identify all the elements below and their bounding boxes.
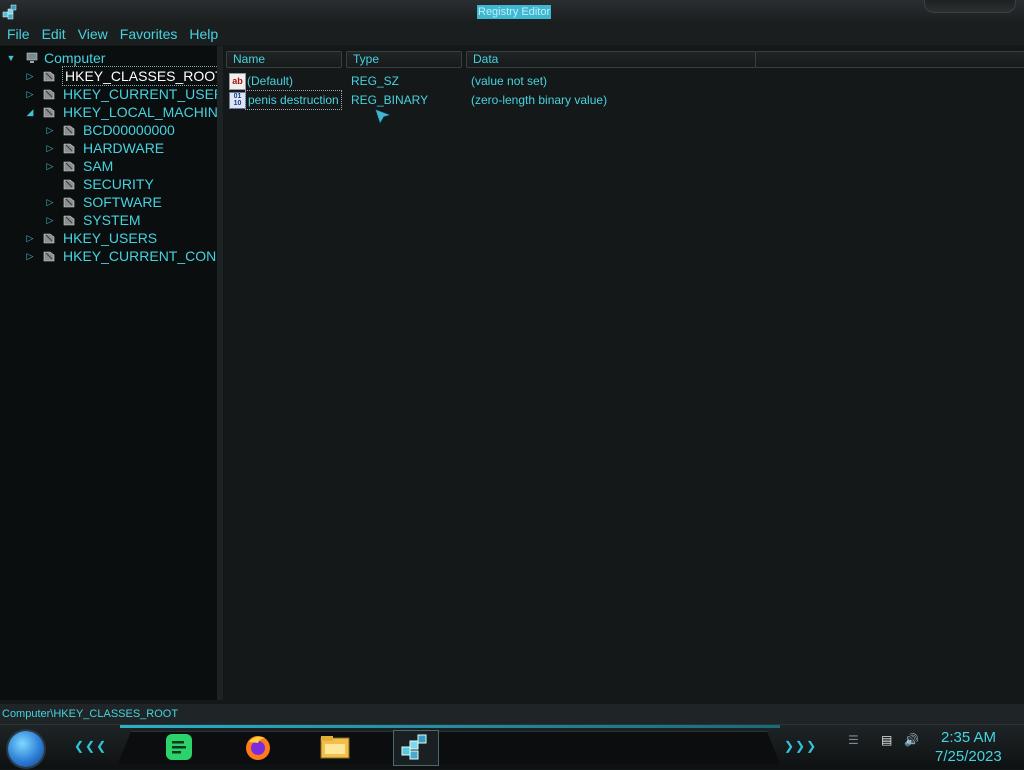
tree-item-label: HKEY_LOCAL_MACHINE [63, 104, 217, 120]
tree-item-label: HKEY_USERS [63, 230, 158, 246]
start-button[interactable] [8, 731, 44, 767]
clock-time[interactable]: 2:35 AM [941, 729, 996, 746]
network-icon[interactable]: ▤ [881, 733, 897, 749]
file-explorer-icon[interactable] [318, 730, 352, 764]
menu-help[interactable]: Help [183, 24, 224, 45]
window-title: Registry Editor [477, 5, 552, 19]
firefox-icon[interactable] [241, 730, 275, 764]
value-name: (Default) [247, 74, 294, 88]
column-header-empty [755, 51, 1024, 68]
column-header-type[interactable]: Type [346, 51, 462, 68]
chevron-right-icon[interactable]: ▷ [25, 229, 35, 247]
menu-favorites[interactable]: Favorites [114, 24, 184, 45]
registry-key-folder-icon [63, 125, 75, 136]
tree-connector [45, 175, 55, 193]
registry-key-folder-icon [43, 107, 55, 118]
string-value-icon: ab [229, 73, 246, 90]
chevron-right-icon[interactable]: ▷ [45, 211, 55, 229]
title-bar[interactable]: Registry Editor [0, 0, 1024, 25]
registry-key-folder-icon [63, 179, 75, 190]
value-data: (value not set) [471, 74, 548, 88]
tree-item-label: SYSTEM [83, 212, 141, 228]
registry-key-folder-icon [63, 161, 75, 172]
taskbar-accent-line [120, 725, 780, 728]
column-header-data[interactable]: Data [466, 51, 756, 68]
registry-key-folder-icon [63, 215, 75, 226]
values-list[interactable]: Name Type Data ab (Default) REG_SZ (valu… [223, 46, 1024, 700]
menu-view[interactable]: View [72, 24, 114, 45]
tree-item-label: HKEY_CURRENT_USER [63, 86, 217, 102]
clock-date[interactable]: 7/25/2023 [935, 748, 1002, 765]
menu-edit[interactable]: Edit [36, 24, 72, 45]
value-data: (zero-length binary value) [471, 93, 608, 107]
menu-file[interactable]: File [0, 24, 36, 45]
tree-item-label: HARDWARE [83, 140, 165, 156]
chevron-right-icon[interactable]: ▷ [45, 157, 55, 175]
tree-item-label: BCD00000000 [83, 122, 175, 138]
registry-key-folder-icon [43, 71, 55, 82]
chevron-right-icon[interactable]: ▷ [25, 67, 35, 85]
volume-icon[interactable]: 🔊 [904, 733, 920, 749]
taskbar: ❮❮❮ ❯❯❯ ☰ ▤ 🔊 2:35 AM 7/25/2023 [0, 724, 1024, 769]
menu-bar: File Edit View Favorites Help [0, 24, 1024, 45]
chevron-right-icon[interactable]: ▷ [25, 85, 35, 103]
tree-item-label: SECURITY [83, 176, 154, 192]
value-row[interactable]: ab (Default) REG_SZ (value not set) [223, 72, 1024, 90]
taskbar-ornament-left: ❮❮❮ [74, 739, 108, 753]
tree-item-label: SAM [83, 158, 114, 174]
chevron-right-icon[interactable]: ▷ [45, 193, 55, 211]
tree-item-label: HKEY_CURRENT_CONFI [63, 248, 217, 264]
status-bar: Computer\HKEY_CLASSES_ROOT [0, 704, 1024, 724]
registry-key-folder-icon [43, 233, 55, 244]
notes-app-icon[interactable] [162, 730, 196, 764]
tree-item-label: Computer [44, 50, 106, 66]
value-name: penis destruction [245, 90, 342, 110]
registry-key-folder-icon [43, 89, 55, 100]
registry-editor-icon [2, 4, 17, 20]
computer-icon [26, 52, 38, 63]
tray-ornament-icon: ☰ [848, 733, 859, 747]
registry-key-folder-icon [63, 197, 75, 208]
registry-editor-task-icon[interactable] [393, 730, 439, 766]
chevron-right-icon[interactable]: ▷ [25, 247, 35, 265]
chevron-right-icon[interactable]: ▷ [45, 139, 55, 157]
value-row-focused[interactable]: 01 10 penis destruction REG_BINARY (zero… [223, 90, 1024, 110]
window-controls[interactable] [924, 0, 1016, 13]
binary-value-icon: 01 10 [229, 92, 246, 109]
registry-key-folder-icon [43, 251, 55, 262]
chevron-down-icon[interactable]: ▼ [6, 49, 16, 67]
taskbar-app-band [118, 731, 780, 764]
taskbar-ornament-right: ❯❯❯ [784, 739, 818, 753]
chevron-right-icon[interactable]: ▷ [45, 121, 55, 139]
registry-tree[interactable]: ▼ Computer ▷ HKEY_CLASSES_ROOT ▷ HKEY_CURRE… [0, 46, 217, 700]
tree-item-label: SOFTWARE [83, 194, 162, 210]
column-headers: Name Type Data [223, 51, 1024, 68]
status-path: Computer\HKEY_CLASSES_ROOT [2, 708, 179, 720]
registry-key-folder-icon [63, 143, 75, 154]
mouse-pointer-icon [374, 108, 393, 126]
chevron-down-icon[interactable]: ◢ [25, 103, 35, 121]
tree-item-label: HKEY_CLASSES_ROOT [62, 66, 217, 86]
column-header-name[interactable]: Name [226, 51, 342, 68]
value-type: REG_SZ [351, 74, 400, 88]
